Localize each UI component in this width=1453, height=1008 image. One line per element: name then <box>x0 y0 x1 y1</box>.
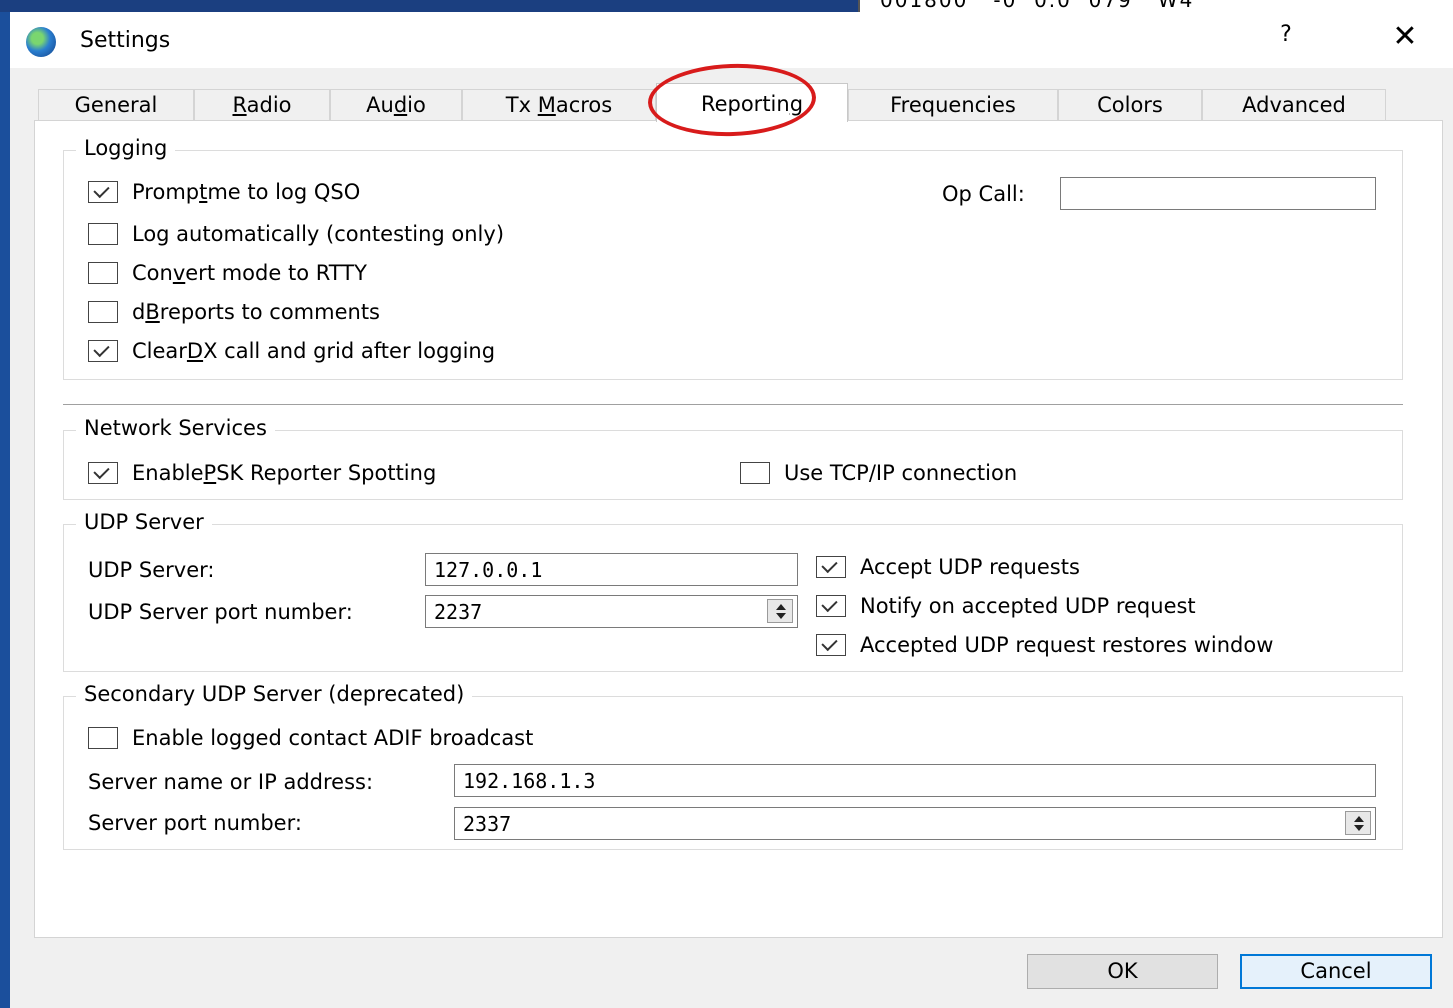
tab-mnemonic: M <box>537 93 556 117</box>
log-automatically-checkbox[interactable]: Log automatically (contesting only) <box>88 220 504 248</box>
network-services-group: Network Services Enable P SK Reporter Spo… <box>63 416 1403 500</box>
secondary-port-spinbox[interactable]: 2337 <box>454 807 1376 840</box>
tab-general[interactable]: General <box>38 89 194 120</box>
checkbox-checked-icon <box>816 556 846 578</box>
checkbox-label: Enable <box>132 461 204 485</box>
enable-adif-broadcast-checkbox[interactable]: Enable logged contact ADIF broadcast <box>88 724 533 752</box>
tab-label: adio <box>246 93 292 117</box>
checkbox-unchecked-icon <box>740 462 770 484</box>
use-tcp-ip-checkbox[interactable]: Use TCP/IP connection <box>740 459 1017 487</box>
checkbox-mnemonic: t <box>199 180 208 204</box>
checkbox-unchecked-icon <box>88 223 118 245</box>
background-window-text: 001800 -0 0.0 079 W4 <box>880 0 1195 12</box>
tab-colors[interactable]: Colors <box>1058 89 1202 120</box>
section-divider <box>63 404 1403 405</box>
notify-udp-request-checkbox[interactable]: Notify on accepted UDP request <box>816 592 1196 620</box>
udp-port-value: 2237 <box>434 600 483 624</box>
logging-group-title: Logging <box>76 136 176 160</box>
network-services-group-title: Network Services <box>76 416 275 440</box>
title-bar: Settings ? ✕ <box>10 12 1453 68</box>
tab-label: Advanced <box>1242 93 1346 117</box>
checkbox-label: Notify on accepted UDP request <box>860 594 1196 618</box>
secondary-server-label: Server name or IP address: <box>88 770 374 794</box>
secondary-server-input[interactable]: 192.168.1.3 <box>454 764 1376 797</box>
secondary-udp-group: Secondary UDP Server (deprecated) Enable… <box>63 682 1403 850</box>
ok-button[interactable]: OK <box>1027 954 1218 989</box>
background-window-text-row: 001800 -0 0.0 079 W4 <box>858 0 1453 12</box>
secondary-port-label: Server port number: <box>88 811 302 835</box>
tab-frequencies[interactable]: Frequencies <box>848 89 1058 120</box>
udp-port-spinbox[interactable]: 2237 <box>425 595 798 628</box>
checkbox-checked-icon <box>88 340 118 362</box>
op-call-label: Op Call: <box>942 182 1025 206</box>
checkbox-label: X call and grid after logging <box>203 339 496 363</box>
checkbox-mnemonic: P <box>203 461 217 485</box>
settings-dialog: Settings ? ✕ General Radio Audio Tx Macr… <box>10 12 1453 1008</box>
reporting-tab-panel: Logging Promp t me to log QSO Log automat… <box>34 120 1443 938</box>
checkbox-label: d <box>132 300 146 324</box>
checkbox-mnemonic: v <box>172 261 186 285</box>
tab-label: acros <box>555 93 613 117</box>
checkbox-checked-icon <box>88 181 118 203</box>
spin-arrows-icon[interactable] <box>1345 811 1371 835</box>
udp-server-group-title: UDP Server <box>76 510 212 534</box>
window-title: Settings <box>80 28 171 53</box>
help-button[interactable]: ? <box>1274 22 1298 47</box>
secondary-port-value: 2337 <box>463 812 512 836</box>
background-window: 001800 -0 0.0 079 W4 <box>0 0 1453 12</box>
checkbox-label: Promp <box>132 180 200 204</box>
cancel-button[interactable]: Cancel <box>1240 954 1432 989</box>
udp-server-group: UDP Server UDP Server: 127.0.0.1 UDP Ser… <box>63 510 1403 672</box>
accept-udp-requests-checkbox[interactable]: Accept UDP requests <box>816 553 1080 581</box>
logging-group: Logging Promp t me to log QSO Log automat… <box>63 136 1403 380</box>
checkbox-label: Enable logged contact ADIF broadcast <box>132 726 534 750</box>
checkbox-label: me to log QSO <box>207 180 361 204</box>
checkbox-label: Con <box>132 261 173 285</box>
enable-psk-reporter-checkbox[interactable]: Enable P SK Reporter Spotting <box>88 459 436 487</box>
tab-label-pre: Au <box>366 93 394 117</box>
op-call-input[interactable] <box>1060 177 1376 210</box>
tab-label: General <box>74 93 158 117</box>
checkbox-label: Clear <box>132 339 187 363</box>
checkbox-mnemonic: B <box>145 300 160 324</box>
checkbox-unchecked-icon <box>88 727 118 749</box>
checkbox-label: SK Reporter Spotting <box>216 461 437 485</box>
tab-radio[interactable]: Radio <box>194 89 330 120</box>
udp-server-input[interactable]: 127.0.0.1 <box>425 553 798 586</box>
convert-mode-rtty-checkbox[interactable]: Con v ert mode to RTTY <box>88 259 367 287</box>
udp-port-label: UDP Server port number: <box>88 600 353 624</box>
checkbox-checked-icon <box>88 462 118 484</box>
tab-audio[interactable]: Audio <box>330 89 462 120</box>
tab-label: Frequencies <box>890 93 1016 117</box>
db-reports-checkbox[interactable]: dB reports to comments <box>88 298 380 326</box>
checkbox-unchecked-icon <box>88 301 118 323</box>
checkbox-label: Use TCP/IP connection <box>784 461 1018 485</box>
checkbox-label: Log automatically (contesting only) <box>132 222 505 246</box>
prompt-log-qso-checkbox[interactable]: Promp t me to log QSO <box>88 178 360 206</box>
tab-tx-macros[interactable]: Tx Macros <box>462 89 656 120</box>
udp-server-label: UDP Server: <box>88 558 215 582</box>
clear-dx-call-checkbox[interactable]: Clear DX call and grid after logging <box>88 337 495 365</box>
checkbox-mnemonic: D <box>186 339 204 363</box>
tab-mnemonic: R <box>232 93 247 117</box>
tab-label: Colors <box>1097 93 1163 117</box>
spin-arrows-icon[interactable] <box>767 599 793 623</box>
tab-label-pre: Tx <box>505 93 538 117</box>
udp-restores-window-checkbox[interactable]: Accepted UDP request restores window <box>816 631 1273 659</box>
tab-label: io <box>407 93 426 117</box>
checkbox-checked-icon <box>816 634 846 656</box>
tab-mnemonic: d <box>393 93 408 117</box>
checkbox-label: Accepted UDP request restores window <box>860 633 1274 657</box>
checkbox-unchecked-icon <box>88 262 118 284</box>
checkbox-checked-icon <box>816 595 846 617</box>
tab-advanced[interactable]: Advanced <box>1202 89 1386 120</box>
close-icon[interactable]: ✕ <box>1388 20 1422 54</box>
checkbox-label: ert mode to RTTY <box>185 261 367 285</box>
secondary-udp-group-title: Secondary UDP Server (deprecated) <box>76 682 473 706</box>
checkbox-label: reports to comments <box>159 300 380 324</box>
app-globe-icon <box>26 27 56 57</box>
checkbox-label: Accept UDP requests <box>860 555 1080 579</box>
